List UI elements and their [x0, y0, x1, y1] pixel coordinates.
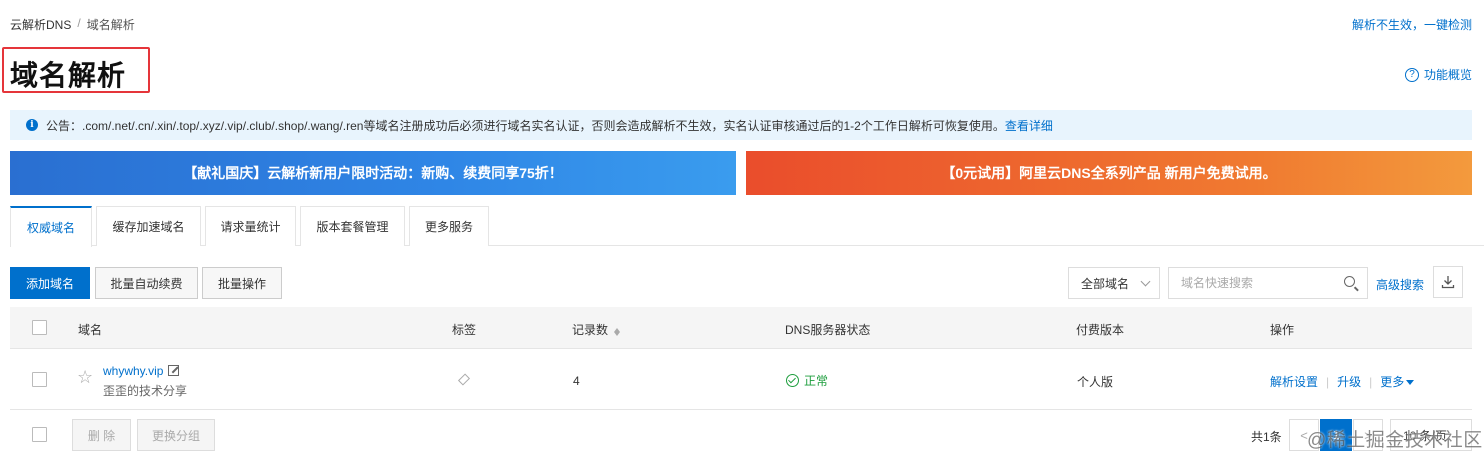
page-size-select[interactable]: 10 条/页 [1390, 419, 1472, 451]
batch-renew-button[interactable]: 批量自动续费 [95, 267, 198, 299]
column-records-label: 记录数 [572, 323, 609, 337]
notice-detail-link[interactable]: 查看详细 [1005, 117, 1053, 134]
tab-cache-acceleration[interactable]: 缓存加速域名 [96, 206, 201, 246]
edit-icon[interactable] [168, 365, 180, 376]
breadcrumb-separator: / [77, 16, 81, 30]
tab-bar: 权威域名 缓存加速域名 请求量统计 版本套餐管理 更多服务 [10, 206, 493, 247]
resolve-settings-link[interactable]: 解析设置 [1270, 375, 1318, 389]
row-checkbox[interactable] [32, 372, 47, 387]
column-tag: 标签 [452, 323, 477, 337]
page-size-value: 10 条/页 [1403, 428, 1448, 443]
dns-status: 正常 [786, 372, 828, 389]
domain-name-link[interactable]: whywhy.vip [103, 364, 163, 378]
upgrade-link[interactable]: 升级 [1337, 375, 1361, 389]
column-actions: 操作 [1270, 323, 1295, 337]
dns-check-link[interactable]: 解析不生效，一键检测 [1352, 16, 1472, 33]
action-separator: | [1326, 375, 1330, 389]
more-actions-label: 更多 [1380, 375, 1405, 389]
sort-icon[interactable] [614, 325, 621, 337]
tag-icon[interactable] [457, 373, 471, 386]
promo-banner-right-text: 【0元试用】阿里云DNS全系列产品 新用户免费试用。 [941, 165, 1277, 181]
breadcrumb-root[interactable]: 云解析DNS [10, 16, 71, 33]
promo-banner-left[interactable]: 【献礼国庆】云解析新用户限时活动：新购、续费同享75折！ [10, 151, 736, 195]
previous-page-button[interactable]: < [1289, 419, 1319, 451]
promo-banner-left-text: 【献礼国庆】云解析新用户限时活动：新购、续费同享75折！ [183, 165, 563, 181]
domain-name-cell: whywhy.vip [103, 364, 180, 378]
download-icon [1441, 276, 1455, 289]
tab-request-stats[interactable]: 请求量统计 [205, 206, 296, 246]
delete-button[interactable]: 删 除 [72, 419, 131, 451]
notice-text: 公告：.com/.net/.cn/.xin/.top/.xyz/.vip/.cl… [46, 118, 1005, 133]
tab-package-management[interactable]: 版本套餐管理 [300, 206, 405, 246]
help-icon: ? [1404, 67, 1419, 82]
domain-search [1168, 267, 1368, 299]
next-page-button[interactable]: > [1353, 419, 1383, 451]
column-edition: 付费版本 [1076, 323, 1125, 337]
batch-operations-button[interactable]: 批量操作 [202, 267, 282, 299]
caret-down-icon [1406, 380, 1415, 385]
page-1-button[interactable]: 1 [1320, 419, 1352, 451]
tab-authoritative-domains[interactable]: 权威域名 [10, 206, 92, 247]
add-domain-button[interactable]: 添加域名 [10, 267, 90, 299]
star-icon[interactable]: ☆ [77, 367, 93, 388]
domain-filter-value: 全部域名 [1081, 276, 1130, 291]
table-header: 域名 标签 记录数 DNS服务器状态 付费版本 操作 [10, 307, 1472, 349]
search-input[interactable] [1169, 268, 1329, 298]
domain-remark: 歪歪的技术分享 [103, 384, 188, 398]
overview-link[interactable]: ? 功能概览 [1404, 66, 1472, 83]
notice-bar: i 公告：.com/.net/.cn/.xin/.top/.xyz/.vip/.… [10, 110, 1472, 140]
overview-label: 功能概览 [1423, 68, 1472, 82]
more-actions-dropdown[interactable]: 更多 [1380, 375, 1415, 389]
row-actions: 解析设置 | 升级 | 更多 [1270, 373, 1415, 390]
column-dns-status: DNS服务器状态 [785, 323, 871, 337]
page-title: 域名解析 [10, 59, 127, 92]
footer-select-all-checkbox[interactable] [32, 427, 47, 442]
action-separator: | [1369, 375, 1373, 389]
total-count: 共1条 [1251, 430, 1282, 444]
search-icon[interactable] [1344, 276, 1355, 287]
select-all-checkbox[interactable] [32, 320, 47, 335]
check-circle-icon [786, 374, 799, 387]
download-button[interactable] [1433, 266, 1463, 298]
info-icon: i [26, 119, 38, 131]
breadcrumb-current: 域名解析 [86, 18, 135, 32]
column-records[interactable]: 记录数 [572, 321, 621, 338]
change-group-button[interactable]: 更换分组 [137, 419, 215, 451]
chevron-down-icon [1140, 276, 1151, 287]
table-row: ☆ whywhy.vip 歪歪的技术分享 4 正常 个人版 解析设置 | 升级 | 更多 [10, 350, 1472, 410]
column-domain: 域名 [78, 323, 103, 337]
advanced-search-link[interactable]: 高级搜索 [1376, 276, 1424, 293]
domain-filter-select[interactable]: 全部域名 [1068, 267, 1160, 299]
record-count: 4 [573, 374, 580, 388]
dns-status-text: 正常 [804, 374, 829, 388]
promo-banner-right[interactable]: 【0元试用】阿里云DNS全系列产品 新用户免费试用。 [746, 151, 1472, 195]
breadcrumb: 云解析DNS / 域名解析 [10, 16, 135, 33]
edition-value: 个人版 [1077, 375, 1114, 389]
tab-more-services[interactable]: 更多服务 [409, 206, 489, 246]
